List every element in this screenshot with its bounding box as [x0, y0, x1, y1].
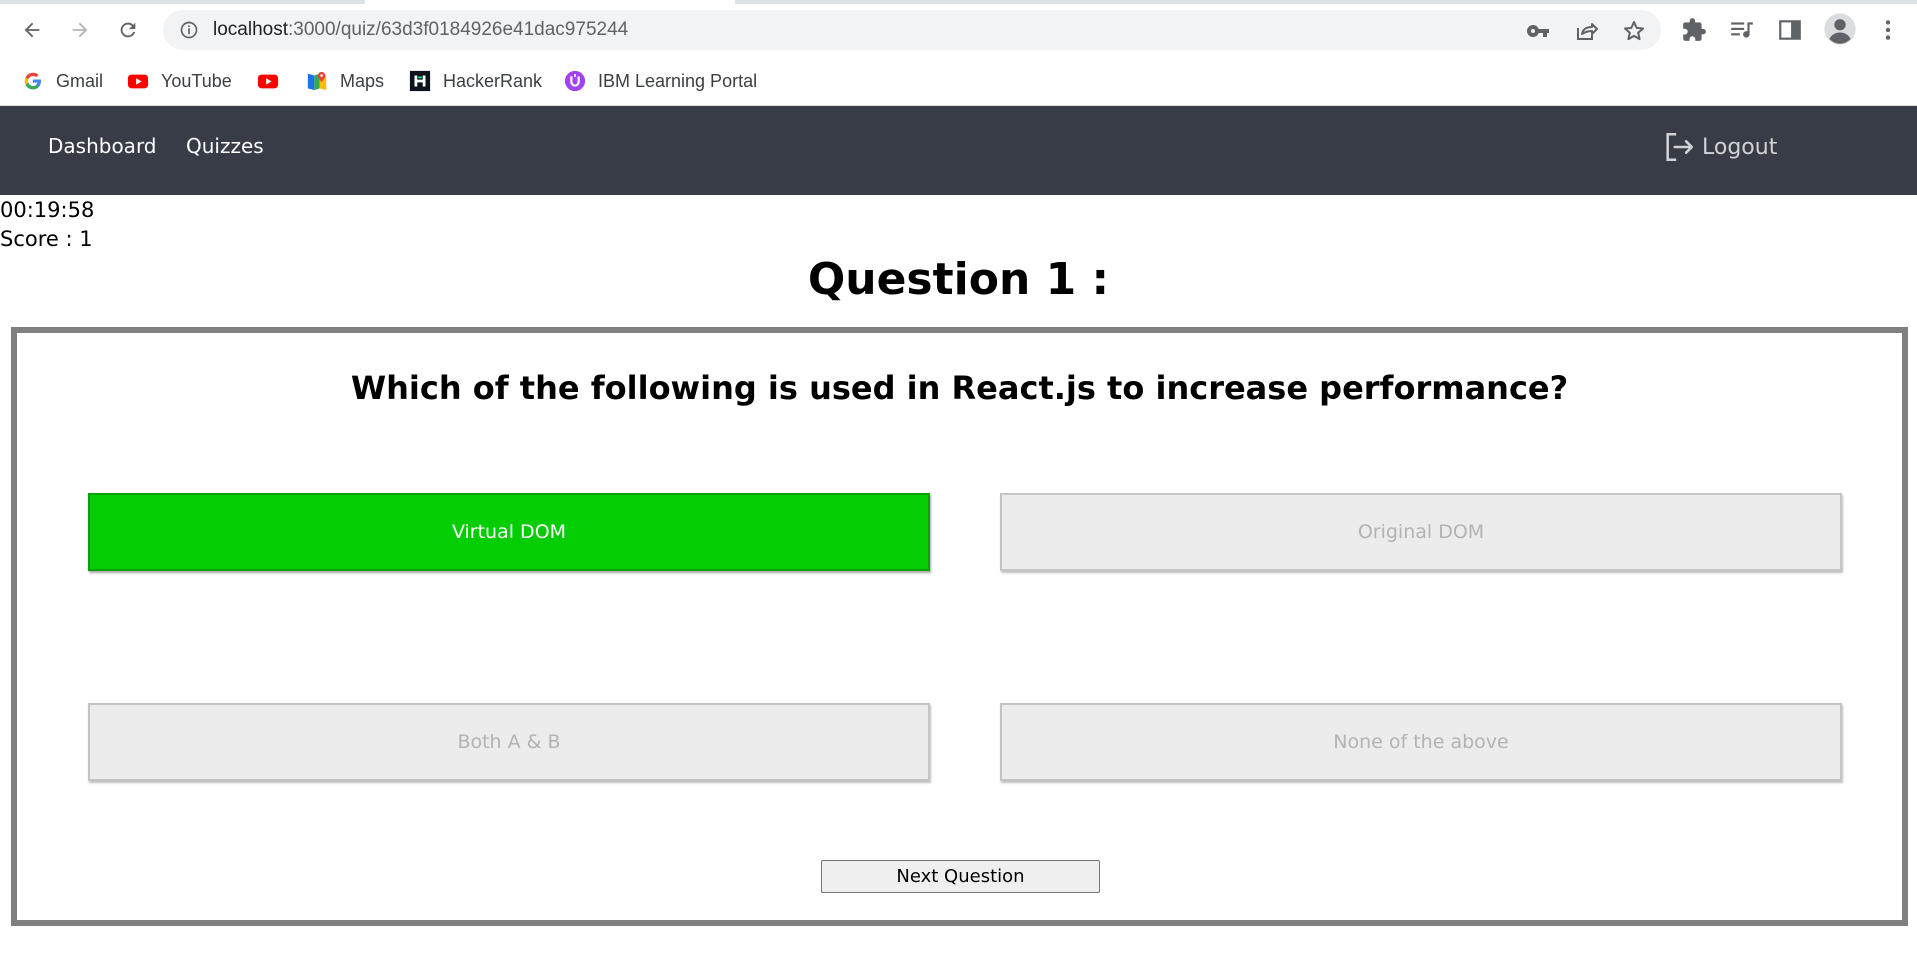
- next-question-button[interactable]: Next Question: [821, 860, 1100, 893]
- url-path: :3000/quiz/63d3f0184926e41dac975244: [288, 19, 629, 40]
- key-icon[interactable]: [1526, 19, 1550, 43]
- tab-strip: [0, 0, 1917, 4]
- back-icon: [24, 22, 40, 38]
- extensions-icon[interactable]: [1681, 17, 1707, 43]
- side-panel-icon[interactable]: [1777, 17, 1803, 43]
- question-heading: Question 1 :: [807, 254, 1110, 305]
- reload-icon: [120, 22, 136, 38]
- bookmarks-bar: Gmail YouTube Maps HackerRank IBM Learni…: [0, 59, 1917, 106]
- quiz-card: Which of the following is used in React.…: [11, 327, 1908, 926]
- reload-button[interactable]: [110, 12, 146, 48]
- question-text: Which of the following is used in React.…: [350, 369, 1569, 407]
- bookmark-label: Gmail: [56, 70, 104, 91]
- quiz-score: Score : 1: [0, 227, 93, 251]
- bookmark-maps[interactable]: Maps: [306, 67, 384, 95]
- logout-icon: [1666, 132, 1694, 162]
- back-button[interactable]: [14, 12, 50, 48]
- bookmark-ibm-learning-portal[interactable]: IBM Learning Portal: [564, 67, 757, 95]
- info-icon[interactable]: [179, 20, 199, 40]
- share-icon[interactable]: [1574, 19, 1598, 43]
- ibm-learning-icon: [564, 70, 586, 92]
- option-b-button[interactable]: Original DOM: [1000, 493, 1842, 571]
- bookmark-youtube[interactable]: YouTube: [127, 67, 232, 95]
- option-d-button[interactable]: None of the above: [1000, 703, 1842, 781]
- address-bar[interactable]: localhost:3000/quiz/63d3f0184926e41dac97…: [163, 10, 1661, 50]
- maps-icon: [306, 70, 328, 92]
- url-text[interactable]: localhost:3000/quiz/63d3f0184926e41dac97…: [213, 19, 628, 41]
- hackerrank-icon: [409, 70, 431, 92]
- nav-link-quizzes[interactable]: Quizzes: [186, 134, 264, 158]
- url-host: localhost: [213, 19, 288, 40]
- option-c-button[interactable]: Both A & B: [88, 703, 930, 781]
- bookmark-gmail[interactable]: Gmail: [22, 67, 103, 95]
- bookmark-youtube-2[interactable]: [257, 67, 291, 95]
- forward-button[interactable]: [62, 12, 98, 48]
- youtube-icon: [257, 70, 279, 92]
- star-icon[interactable]: [1622, 19, 1646, 43]
- nav-link-dashboard[interactable]: Dashboard: [48, 134, 157, 158]
- option-a-button[interactable]: Virtual DOM: [88, 493, 930, 571]
- active-tab-indicator[interactable]: [365, 0, 735, 4]
- bookmark-label: HackerRank: [443, 70, 543, 91]
- quiz-timer: 00:19:58: [0, 198, 95, 222]
- bookmark-hackerrank[interactable]: HackerRank: [409, 67, 542, 95]
- logout-button[interactable]: Logout: [1662, 130, 1777, 164]
- bookmark-label: IBM Learning Portal: [598, 70, 758, 91]
- menu-icon[interactable]: [1875, 17, 1901, 43]
- bookmark-label: Maps: [340, 70, 385, 91]
- forward-icon: [72, 22, 88, 38]
- browser-toolbar: localhost:3000/quiz/63d3f0184926e41dac97…: [0, 0, 1917, 59]
- app-navbar: Dashboard Quizzes Logout: [0, 106, 1917, 195]
- profile-icon[interactable]: [1823, 12, 1857, 46]
- google-icon: [22, 70, 44, 92]
- logout-label: Logout: [1702, 134, 1778, 160]
- youtube-icon: [127, 70, 149, 92]
- media-queue-icon[interactable]: [1729, 17, 1755, 43]
- bookmark-label: YouTube: [161, 70, 232, 91]
